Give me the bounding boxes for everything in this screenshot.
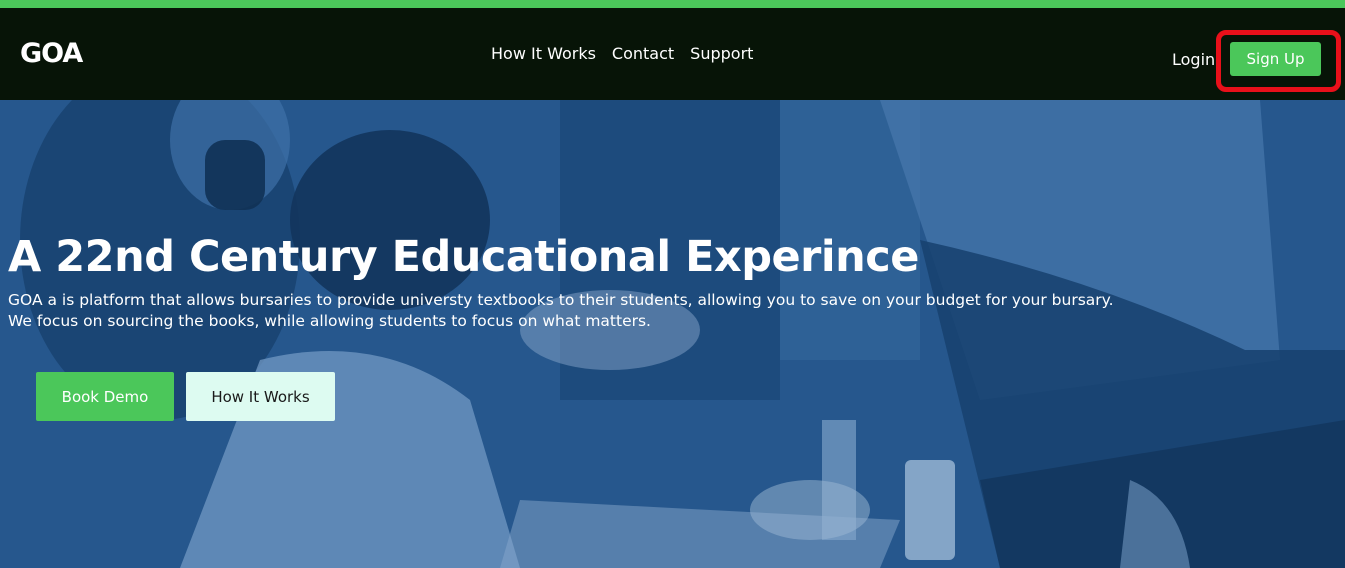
nav-links: How It Works Contact Support — [491, 44, 753, 63]
nav-link-support[interactable]: Support — [690, 44, 753, 63]
logo[interactable]: GOA — [20, 38, 83, 69]
login-link[interactable]: Login — [1172, 50, 1215, 69]
top-accent-stripe — [0, 0, 1345, 8]
hero-subtitle: GOA a is platform that allows bursaries … — [8, 290, 1308, 332]
hero-section: A 22nd Century Educational Experince GOA… — [0, 100, 1345, 568]
nav-link-contact[interactable]: Contact — [612, 44, 674, 63]
nav-link-how-it-works[interactable]: How It Works — [491, 44, 596, 63]
hero-background-image — [0, 100, 1345, 568]
how-it-works-button[interactable]: How It Works — [186, 372, 335, 421]
hero-subtitle-line-1: GOA a is platform that allows bursaries … — [8, 291, 1114, 309]
navbar: GOA How It Works Contact Support Login S… — [0, 8, 1345, 100]
hero-subtitle-line-2: We focus on sourcing the books, while al… — [8, 312, 651, 330]
book-demo-button[interactable]: Book Demo — [36, 372, 174, 421]
signup-button[interactable]: Sign Up — [1230, 42, 1321, 76]
hero-title: A 22nd Century Educational Experince — [8, 232, 919, 282]
